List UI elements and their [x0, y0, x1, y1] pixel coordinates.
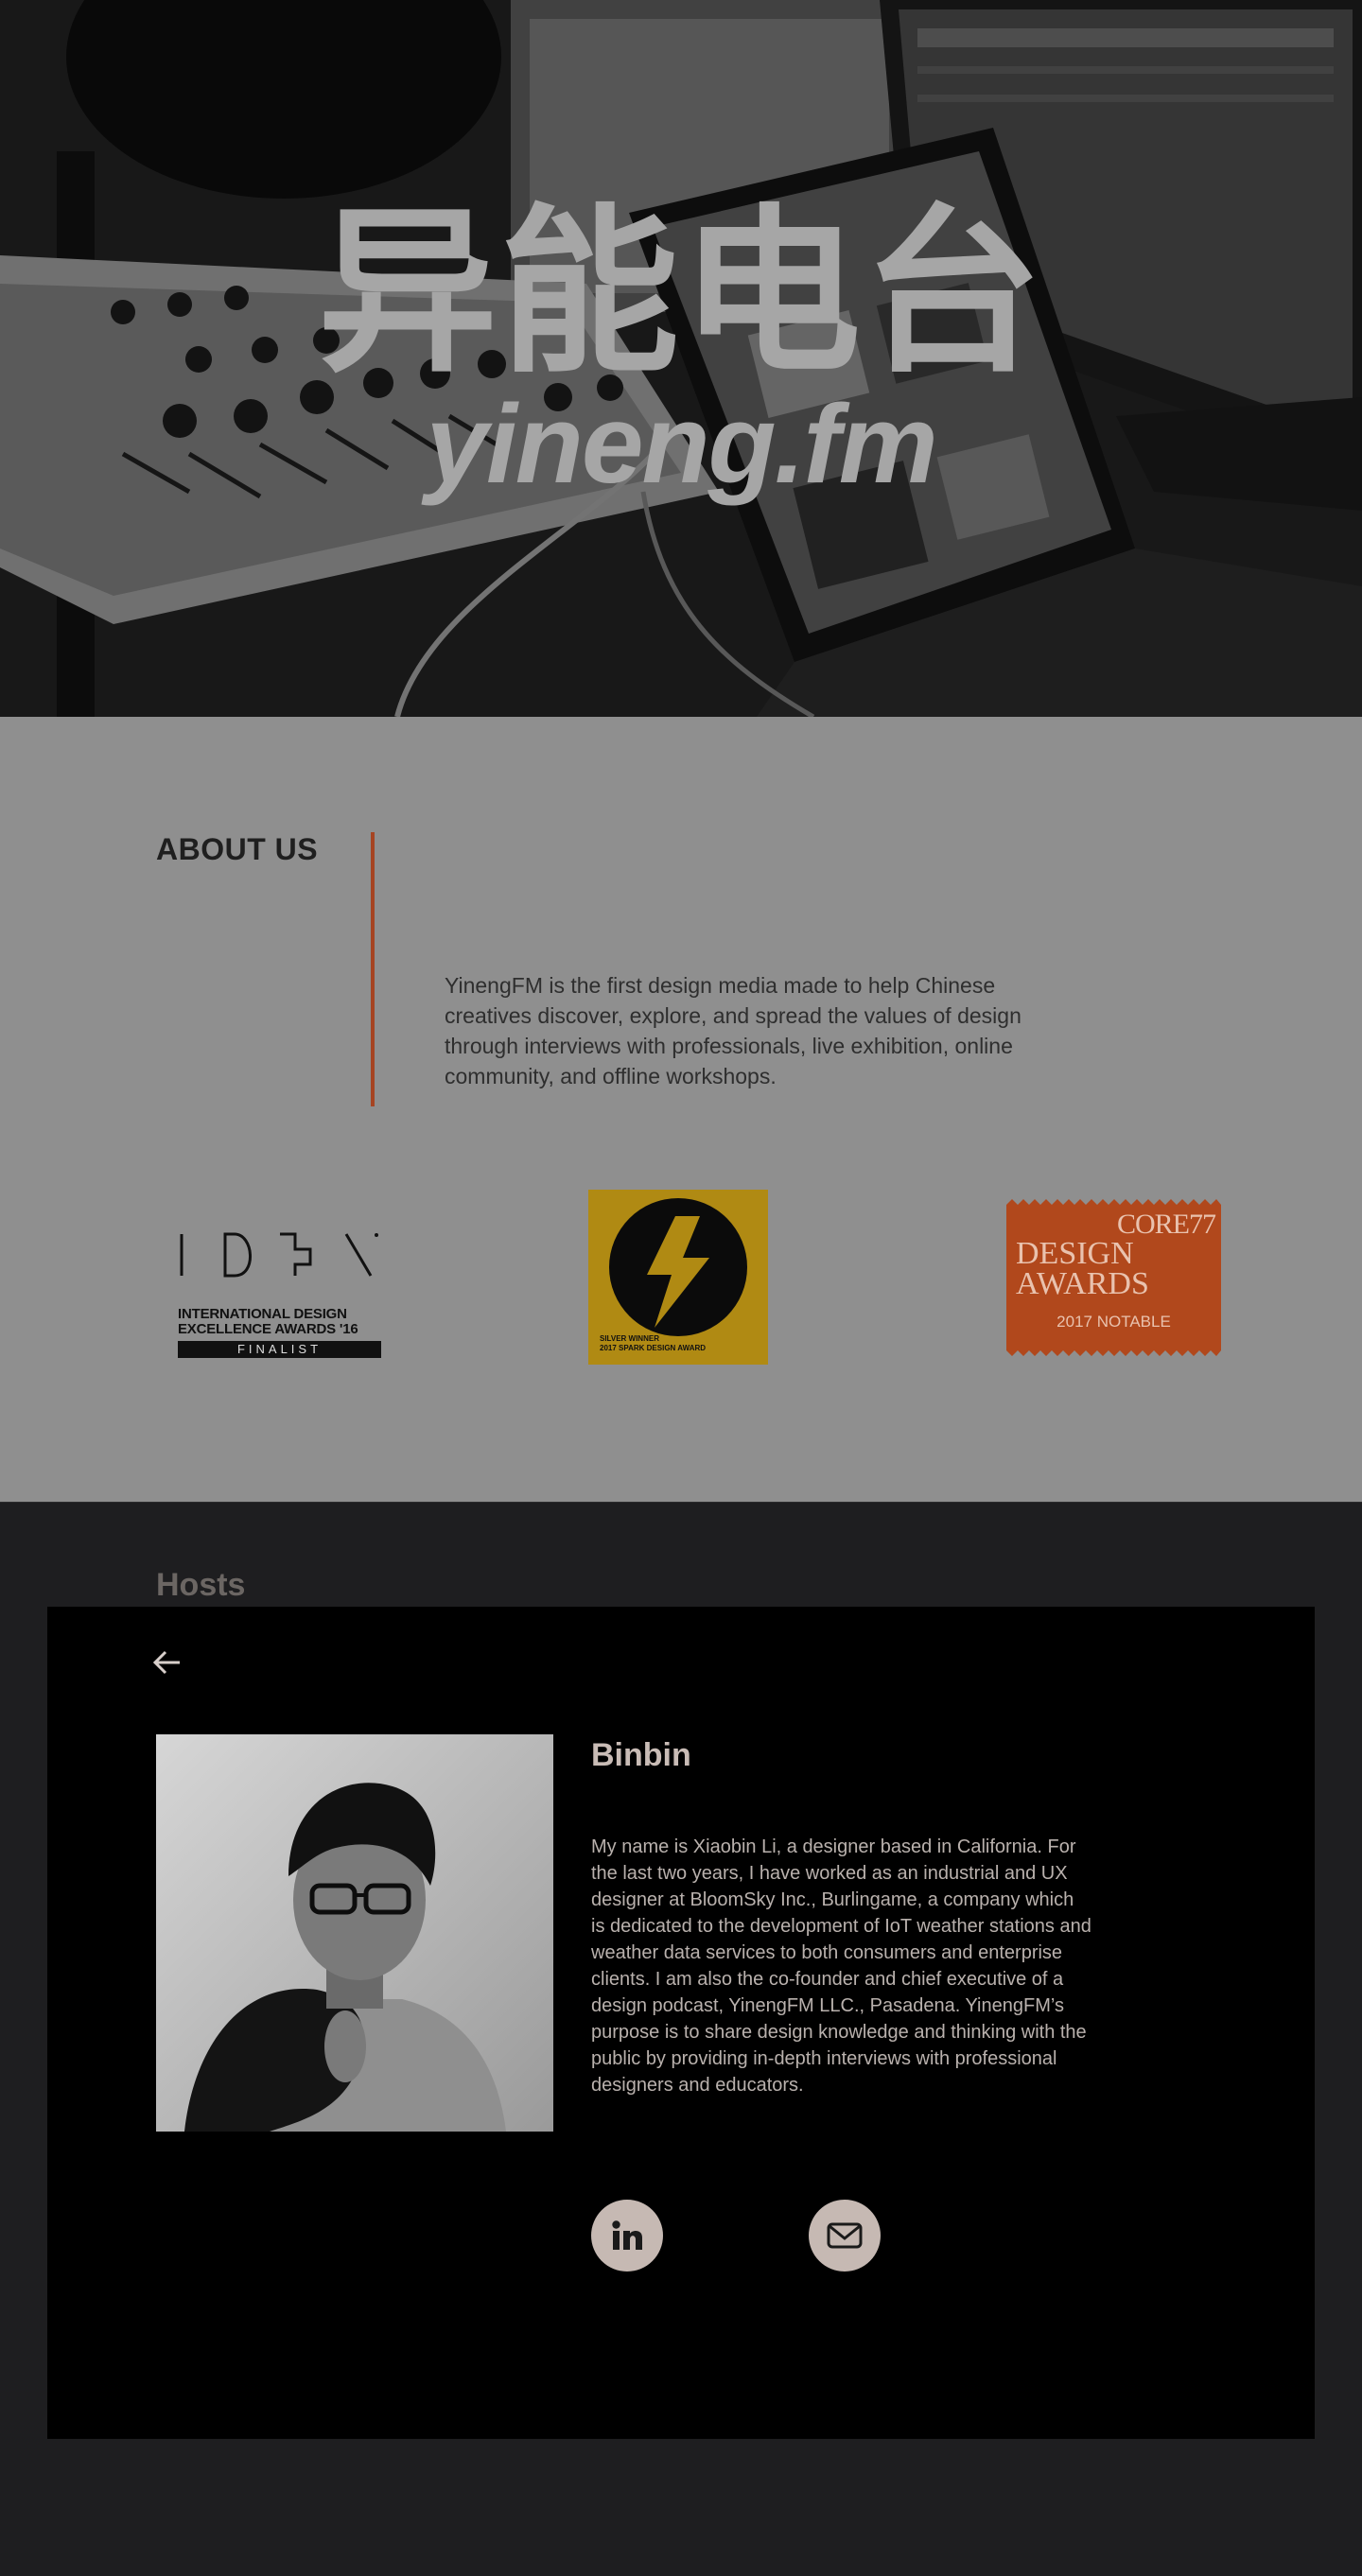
about-section: ABOUT US YinengFM is the first design me…: [0, 717, 1362, 1502]
host-bio: My name is Xiaobin Li, a designer based …: [591, 1836, 1091, 2096]
core77-design: DESIGN: [1016, 1236, 1134, 1271]
host-name: Binbin: [591, 1737, 691, 1773]
arrow-left-icon[interactable]: [151, 1646, 183, 1679]
hero-banner: 异能电台 yineng.fm: [0, 0, 1362, 717]
core77-title: CORE77: [1116, 1209, 1216, 1240]
accent-divider: [371, 832, 375, 1106]
core77-notable: 2017 NOTABLE: [1056, 1313, 1171, 1331]
spark-award-logo: SILVER WINNER 2017 SPARK DESIGN AWARD: [588, 1190, 768, 1365]
idea-award-line2-text: EXCELLENCE AWARDS: [178, 1321, 336, 1337]
idea-logo-mark: [180, 1232, 378, 1278]
linkedin-icon: [612, 2220, 642, 2250]
host-card: Binbin My name is Xiaobin Li, a designer…: [47, 1607, 1315, 2439]
hero-title-chinese: 异能电台: [317, 188, 1044, 397]
core77-award-logo: CORE77 DESIGN AWARDS 2017 NOTABLE: [1003, 1197, 1225, 1358]
email-button[interactable]: [809, 2200, 881, 2271]
idea-award-line1: INTERNATIONAL DESIGN: [178, 1306, 347, 1322]
linkedin-button[interactable]: [591, 2200, 663, 2271]
idea-award-year: '16: [339, 1321, 358, 1337]
spark-award-line1: SILVER WINNER: [600, 1334, 659, 1343]
idea-award-badge: FINALIST: [178, 1341, 381, 1358]
spark-award-line2: 2017 SPARK DESIGN AWARD: [600, 1344, 707, 1352]
idea-award-logo: INTERNATIONAL DESIGN EXCELLENCE AWARDS '…: [178, 1232, 381, 1358]
idea-award-line2: EXCELLENCE AWARDS '16: [178, 1322, 381, 1337]
hosts-section: Hosts Binbin My name is Xiaobin Li, a de…: [0, 1502, 1362, 2576]
host-portrait-photo: [156, 1734, 553, 2132]
about-description: YinengFM is the first design media made …: [445, 973, 1022, 1088]
hero-title-english: yineng.fm: [426, 382, 937, 507]
hosts-heading: Hosts: [156, 1567, 246, 1603]
core77-awards: AWARDS: [1016, 1266, 1149, 1301]
mail-icon: [827, 2222, 863, 2249]
about-heading: ABOUT US: [156, 832, 319, 866]
